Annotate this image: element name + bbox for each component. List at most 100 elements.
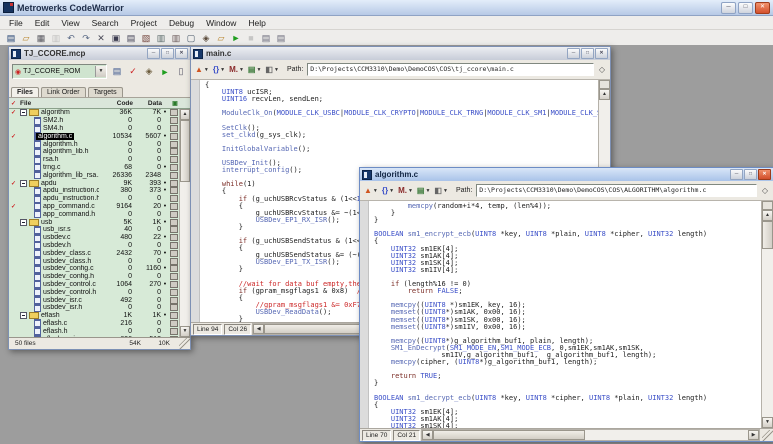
breakpoint-gutter[interactable] [360,201,369,428]
file-column-header[interactable]: File [18,100,100,107]
project-maximize-button[interactable] [161,48,174,59]
braces-popup-icon[interactable]: {} [212,64,228,76]
file-name[interactable]: rsa.h [43,156,59,163]
file-popup-icon[interactable] [170,250,178,257]
collapse-icon[interactable] [20,109,27,116]
scrollbar-thumb[interactable] [180,120,190,182]
file-row-apdu_instruction.c[interactable]: apdu_instruction.c380373• [9,187,179,195]
stop-icon[interactable]: ■ [245,32,257,44]
run-icon[interactable]: ► [230,32,242,44]
code-editor[interactable]: memcpy(random+i*4, temp, (len%4)); } } B… [369,201,761,428]
maximize-button[interactable] [738,2,753,14]
print-icon[interactable]: ▥ [50,32,62,44]
scroll-up-icon[interactable] [599,89,610,100]
file-row-usbdev_config.h[interactable]: usbdev_config.h00 [9,273,179,281]
file-name[interactable]: usbdev_config.h [43,273,94,280]
file-name[interactable]: usbdev_class.c [43,250,91,257]
build-check-icon[interactable]: ✓ [9,180,18,187]
markers-popup-icon[interactable]: M. [397,185,416,197]
split-pane-box[interactable] [762,201,773,210]
path-field[interactable]: D:\Projects\CCM3310\Demo\DemoCOS\COS\ALG… [476,184,757,197]
file-name[interactable]: usbdev_isr.h [43,304,82,311]
project-minimize-button[interactable] [147,48,160,59]
close-button[interactable] [755,2,770,14]
source-popup-icon[interactable]: ▲ [363,185,381,197]
dropdown-caret-icon[interactable] [389,188,394,194]
redo-icon[interactable]: ↷ [80,32,92,44]
menu-search[interactable]: Search [86,18,125,28]
source-file-icon[interactable]: ▤ [260,32,272,44]
data-column-header[interactable]: Data [133,100,162,107]
file-row-usbdev_control.c[interactable]: usbdev_control.c1064270• [9,281,179,289]
dropdown-caret-icon[interactable] [239,67,244,73]
markers-popup-icon[interactable]: M. [228,64,247,76]
dropdown-caret-icon[interactable] [256,67,261,73]
minimize-button[interactable] [721,2,736,14]
undo-icon[interactable]: ↶ [65,32,77,44]
file-name[interactable]: algorithm_lib_rsa... [43,172,99,179]
file-popup-icon[interactable] [170,265,178,272]
file-name[interactable]: usbdev_config.c [43,265,94,272]
run-icon[interactable]: ► [159,66,171,78]
file-row-app_command.c[interactable]: ✓app_command.c916420• [9,203,179,211]
algorithm-close-button[interactable] [758,169,771,180]
source-popup-icon[interactable]: ▲ [194,64,212,76]
compile-icon[interactable]: ◈ [200,32,212,44]
file-row-algorithm.c[interactable]: ✓algorithm.c105345607• [9,132,179,140]
resize-grip[interactable] [762,430,773,441]
build-check-icon[interactable]: ✓ [9,109,18,116]
main-editor-titlebar[interactable]: main.c [191,47,610,60]
debug-icon[interactable]: ▯ [175,66,187,78]
new-file-icon[interactable]: ▤ [5,32,17,44]
file-row-usb_isr.s[interactable]: usb_isr.s400 [9,226,179,234]
tab-link-order[interactable]: Link Order [41,87,86,97]
file-row-usbdev.c[interactable]: usbdev.c48022• [9,234,179,242]
copy-icon[interactable]: ▣ [110,32,122,44]
file-row-trng.c[interactable]: trng.c680• [9,164,179,172]
scrollbar-thumb[interactable] [433,430,585,440]
build-check-icon[interactable]: ✓ [9,203,18,210]
file-row-SM4.h[interactable]: SM4.h00 [9,125,179,133]
check-column-header[interactable]: ✓ [9,100,18,107]
file-name[interactable]: SM2.h [43,117,63,124]
algorithm-maximize-button[interactable] [744,169,757,180]
file-row-usbdev.h[interactable]: usbdev.h00 [9,242,179,250]
file-popup-icon[interactable] [170,211,178,218]
collapse-icon[interactable] [20,312,27,319]
dropdown-caret-icon[interactable] [443,188,448,194]
file-row-usbdev_isr.c[interactable]: usbdev_isr.c4920 [9,296,179,304]
file-name[interactable]: trng.c [43,164,61,171]
file-name[interactable]: algorithm.c [38,133,72,140]
split-pane-box[interactable] [599,80,610,89]
menu-edit[interactable]: Edit [29,18,56,28]
file-popup-icon[interactable] [170,203,178,210]
file-row-algorithm_lib.h[interactable]: algorithm_lib.h00 [9,148,179,156]
scroll-left-icon[interactable] [422,430,433,440]
file-name[interactable]: eflash.h [43,328,68,335]
file-row-usbdev_class.c[interactable]: usbdev_class.c243270• [9,249,179,257]
file-row-usbdev_class.h[interactable]: usbdev_class.h00 [9,257,179,265]
file-name[interactable]: algorithm.h [43,141,78,148]
file-row-usbdev_control.h[interactable]: usbdev_control.h00 [9,288,179,296]
file-name[interactable]: usbdev.h [43,242,71,249]
scroll-left-icon[interactable] [253,324,264,334]
file-row-SM2.h[interactable]: SM2.h00 [9,117,179,125]
algorithm-editor-scrollbar[interactable] [761,201,773,428]
file-row-app_command.h[interactable]: app_command.h00 [9,210,179,218]
main-maximize-button[interactable] [581,48,594,59]
file-row-usb[interactable]: usb5K1K• [9,218,179,226]
build-check-icon[interactable]: ✓ [9,133,18,140]
file-popup-icon[interactable] [170,258,178,265]
file-row-usbdev_config.c[interactable]: usbdev_config.c01160• [9,265,179,273]
menu-debug[interactable]: Debug [163,18,200,28]
file-popup-icon[interactable] [170,156,178,163]
documents-popup-icon[interactable]: ▤ [416,185,434,197]
file-popup-icon[interactable] [170,226,178,233]
scrollbar-thumb[interactable] [762,221,773,249]
file-name[interactable]: usbdev_isr.c [43,297,82,304]
file-popup-icon[interactable] [170,297,178,304]
project-close-button[interactable] [175,48,188,59]
make-icon[interactable]: ◈ [143,66,155,78]
file-name[interactable]: apdu_instruction.c [43,187,99,194]
readonly-popup-icon[interactable]: ◧ [433,185,451,197]
